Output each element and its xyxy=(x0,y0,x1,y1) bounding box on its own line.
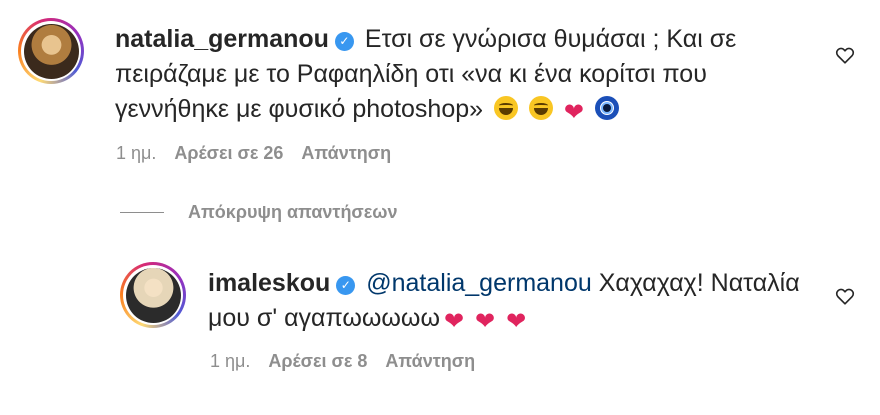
red-heart-emoji-icon: ❤ xyxy=(475,308,496,335)
reply-button[interactable]: Απάντηση xyxy=(301,143,391,164)
laughing-tears-emoji-icon xyxy=(528,96,553,120)
reply-body: imaleskou ✓ @natalia_germanou Χαχαχαχ! Να… xyxy=(208,266,828,336)
divider xyxy=(120,212,164,213)
comment-username[interactable]: natalia_germanou xyxy=(115,25,329,53)
comment-imaleskou: imaleskou ✓ @natalia_germanou Χαχαχαχ! Να… xyxy=(120,262,860,334)
comment-time: 1 ημ. xyxy=(116,143,157,163)
likes-count[interactable]: Αρέσει σε 26 xyxy=(174,143,283,164)
hide-replies-label: Απόκρυψη απαντήσεων xyxy=(188,202,398,222)
verified-icon: ✓ xyxy=(334,32,354,51)
comment-body: natalia_germanou ✓ Ετσι σε γνώρισα θυμάσα… xyxy=(115,22,755,127)
mention-link[interactable]: @natalia_germanou xyxy=(366,269,592,297)
avatar[interactable] xyxy=(120,262,186,328)
like-heart-icon[interactable] xyxy=(834,44,856,66)
red-heart-emoji-icon: ❤ xyxy=(563,99,584,126)
reply-time: 1 ημ. xyxy=(210,351,251,371)
likes-count[interactable]: Αρέσει σε 8 xyxy=(268,351,367,372)
comment-natalia: natalia_germanou ✓ Ετσι σε γνώρισα θυμάσα… xyxy=(18,18,858,125)
red-heart-emoji-icon: ❤ xyxy=(506,308,527,335)
laughing-tears-emoji-icon xyxy=(493,96,518,120)
like-heart-icon[interactable] xyxy=(834,285,856,307)
avatar[interactable] xyxy=(18,18,84,84)
red-heart-emoji-icon: ❤ xyxy=(443,308,465,335)
hide-replies-toggle[interactable]: Απόκρυψη απαντήσεων xyxy=(120,202,398,223)
nazar-amulet-emoji-icon xyxy=(594,96,619,120)
reply-button[interactable]: Απάντηση xyxy=(385,351,475,372)
reply-username[interactable]: imaleskou xyxy=(208,269,330,297)
reply-meta: 1 ημ. Αρέσει σε 8 Απάντηση xyxy=(210,351,475,372)
comment-meta: 1 ημ. Αρέσει σε 26 Απάντηση xyxy=(116,143,391,164)
verified-icon: ✓ xyxy=(336,276,356,295)
